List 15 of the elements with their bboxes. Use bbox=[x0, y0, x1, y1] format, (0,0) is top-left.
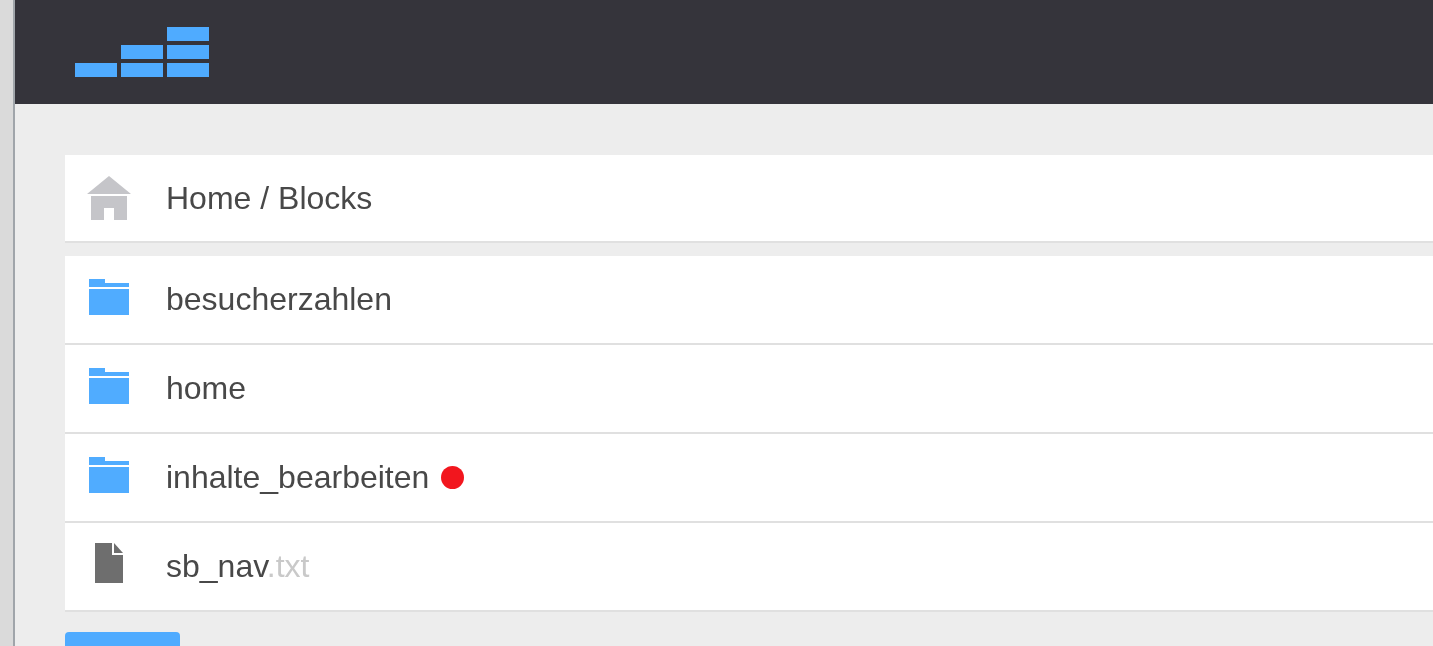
folder-list-item[interactable]: inhalte_bearbeiten bbox=[65, 434, 1433, 523]
folder-name: besucherzahlen bbox=[166, 281, 392, 318]
folder-name: home bbox=[166, 370, 247, 407]
folder-list-item[interactable]: besucherzahlen bbox=[65, 256, 1433, 345]
folder-icon bbox=[89, 367, 129, 404]
home-icon[interactable] bbox=[87, 176, 131, 220]
file-name: sb_nav.txt bbox=[166, 548, 310, 585]
breadcrumb-text: Home / Blocks bbox=[166, 179, 373, 217]
document-icon bbox=[95, 542, 123, 583]
file-list-item[interactable]: sb_nav.txt bbox=[65, 523, 1433, 612]
folder-name: inhalte_bearbeiten bbox=[166, 459, 430, 496]
folder-list-item[interactable]: home bbox=[65, 345, 1433, 434]
folder-icon bbox=[89, 278, 129, 315]
folder-icon bbox=[89, 456, 129, 493]
stacked-blocks-logo-icon[interactable] bbox=[75, 27, 209, 77]
